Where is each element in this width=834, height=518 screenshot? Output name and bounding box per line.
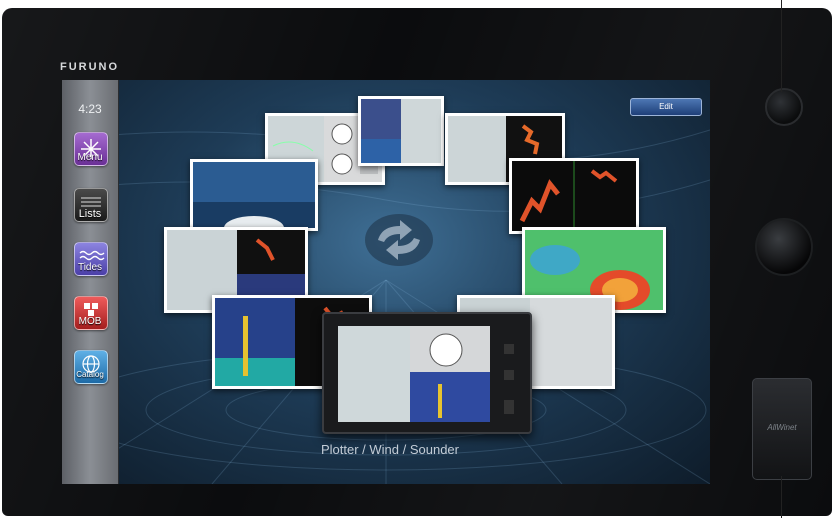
sidebar-item-catalog[interactable]: Catalog <box>68 350 112 396</box>
sidebar-item-mob[interactable]: MOB <box>68 296 112 342</box>
callout-line-top <box>781 0 782 92</box>
selected-preview[interactable] <box>322 312 532 434</box>
sidebar-item-lists[interactable]: Lists <box>68 188 112 234</box>
edit-button[interactable]: Edit <box>630 98 702 116</box>
sidebar-item-label: Catalog <box>76 370 104 379</box>
sidebar-item-label: Menu <box>77 152 103 163</box>
sidebar-item-menu[interactable]: Menu <box>68 132 112 178</box>
card-slot-cover[interactable]: AllWinet <box>752 378 812 480</box>
carousel-card-sounder-plotter[interactable] <box>358 96 444 166</box>
power-button[interactable] <box>765 88 803 126</box>
carousel-card-radar[interactable] <box>509 158 639 234</box>
selected-caption: Plotter / Wind / Sounder <box>320 442 459 457</box>
rotate-arrows-icon[interactable] <box>364 212 434 268</box>
carousel-card-camera[interactable] <box>190 159 318 231</box>
display-bezel: FURUNO 4:23 Menu Lists Tides MOB Catalog… <box>2 8 832 516</box>
sidebar-item-label: MOB <box>78 316 102 327</box>
brand-logo: FURUNO <box>60 61 120 73</box>
sidebar: 4:23 Menu Lists Tides MOB Catalog <box>62 80 119 484</box>
callout-line-bottom <box>781 476 782 518</box>
sidebar-item-label: Tides <box>77 262 103 273</box>
sidebar-item-label: Lists <box>78 208 102 220</box>
clock: 4:23 <box>78 102 102 116</box>
sidebar-item-tides[interactable]: Tides <box>68 242 112 288</box>
rotary-knob[interactable] <box>755 218 813 276</box>
screen: 4:23 Menu Lists Tides MOB Catalog Edit P… <box>62 80 710 484</box>
port-label: AllWinet <box>767 423 797 432</box>
